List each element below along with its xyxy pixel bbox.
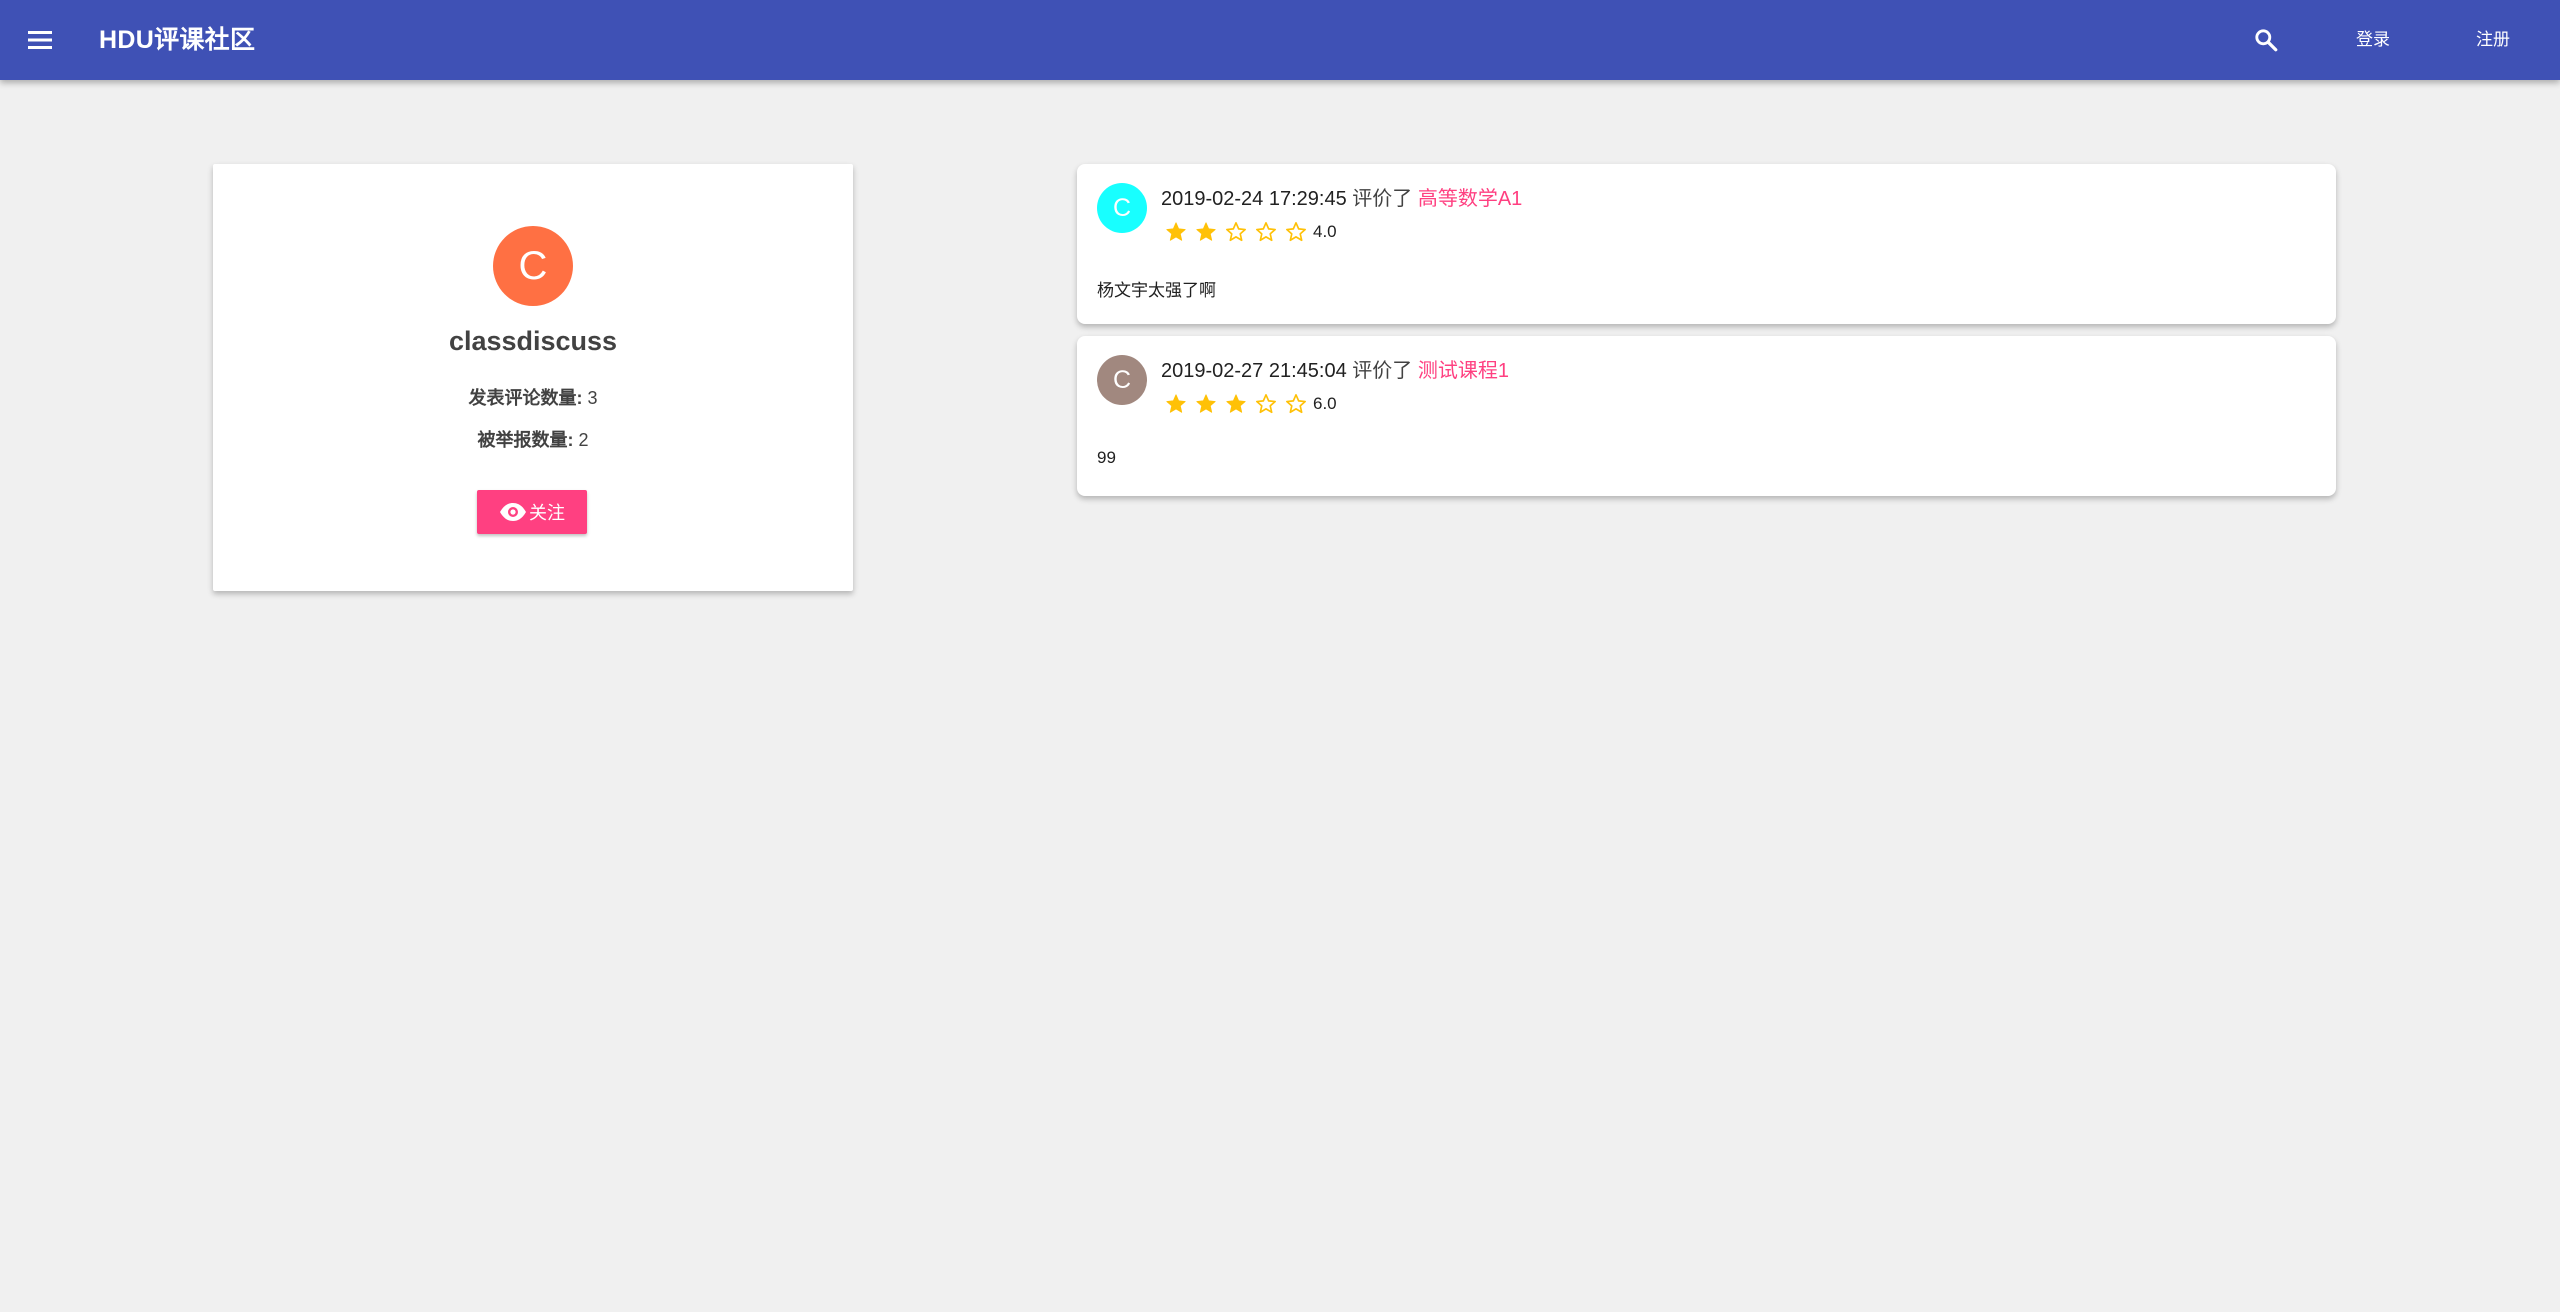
star-empty-icon: [1251, 390, 1281, 418]
report-count-value: 2: [578, 430, 589, 450]
star-filled-icon: [1161, 390, 1191, 418]
comment-card: C 2019-02-24 17:29:45 评价了 高等数学A1 4.0 杨文宇…: [1077, 164, 2336, 324]
star-empty-icon: [1221, 218, 1251, 246]
comment-verb: 评价了: [1352, 360, 1413, 382]
comment-text: 杨文宇太强了啊: [1097, 281, 1216, 300]
comment-header: 2019-02-24 17:29:45 评价了 高等数学A1: [1161, 182, 1522, 211]
comment-timestamp: 2019-02-24 17:29:45: [1161, 188, 1347, 210]
comment-card: C 2019-02-27 21:45:04 评价了 测试课程1 6.0 99: [1077, 336, 2336, 496]
star-empty-icon: [1281, 390, 1311, 418]
profile-card: C classdiscuss 发表评论数量: 3 被举报数量: 2 关注: [213, 164, 853, 591]
comment-count-stat: 发表评论数量: 3: [213, 384, 853, 410]
report-count-stat: 被举报数量: 2: [213, 426, 853, 452]
comment-text: 99: [1097, 448, 1116, 467]
rating-score: 6.0: [1313, 394, 1337, 413]
star-filled-icon: [1161, 218, 1191, 246]
login-button[interactable]: 登录: [2338, 20, 2408, 60]
comment-verb: 评价了: [1352, 188, 1413, 210]
eye-icon: [500, 503, 526, 521]
app-bar: HDU评课社区 登录 注册: [0, 0, 2560, 80]
star-empty-icon: [1281, 218, 1311, 246]
comment-count-value: 3: [587, 388, 598, 408]
register-button[interactable]: 注册: [2458, 20, 2528, 60]
commenter-avatar: C: [1097, 183, 1147, 233]
follow-label: 关注: [529, 503, 565, 523]
star-filled-icon: [1191, 390, 1221, 418]
profile-avatar: C: [493, 226, 573, 306]
menu-icon: [28, 31, 52, 49]
search-button[interactable]: [2244, 18, 2288, 62]
comment-timestamp: 2019-02-27 21:45:04: [1161, 360, 1347, 382]
site-title[interactable]: HDU评课社区: [99, 0, 255, 80]
follow-button[interactable]: 关注: [477, 490, 587, 534]
commenter-avatar: C: [1097, 355, 1147, 405]
star-empty-icon: [1251, 218, 1281, 246]
profile-username: classdiscuss: [448, 326, 618, 356]
comment-count-label: 发表评论数量:: [468, 388, 583, 408]
rating-stars: 6.0: [1161, 390, 1337, 418]
report-count-label: 被举报数量:: [477, 430, 574, 450]
rating-score: 4.0: [1313, 222, 1337, 241]
star-filled-icon: [1221, 390, 1251, 418]
search-icon: [2255, 29, 2278, 52]
comment-header: 2019-02-27 21:45:04 评价了 测试课程1: [1161, 354, 1509, 383]
menu-button[interactable]: [20, 20, 60, 60]
rating-stars: 4.0: [1161, 218, 1337, 246]
course-link[interactable]: 测试课程1: [1418, 360, 1509, 382]
star-filled-icon: [1191, 218, 1221, 246]
course-link[interactable]: 高等数学A1: [1418, 188, 1522, 210]
